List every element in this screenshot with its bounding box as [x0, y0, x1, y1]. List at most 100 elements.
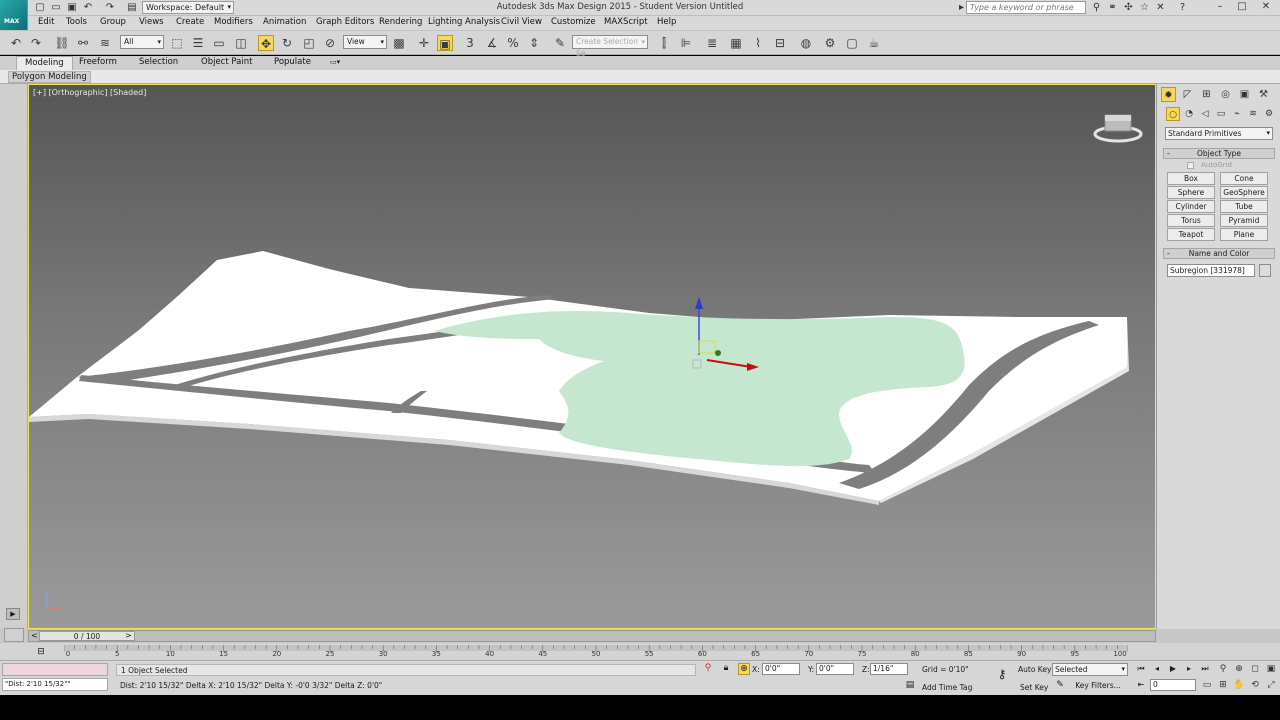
gizmo-z-arrow[interactable] [695, 297, 703, 309]
open-file-icon[interactable]: ▭ [50, 2, 62, 14]
menu-lighting-analysis[interactable]: Lighting Analysis [428, 17, 500, 27]
align-icon[interactable]: ⊫ [678, 35, 694, 51]
undo-icon[interactable]: ↶ [8, 35, 24, 51]
select-by-name-icon[interactable]: ☰ [190, 35, 206, 51]
time-slider-track[interactable]: < 0 / 100 > [28, 630, 1156, 642]
rendered-frame-window-icon[interactable]: ▢ [844, 35, 860, 51]
plane-button[interactable]: Plane [1220, 228, 1268, 241]
go-to-start-icon[interactable]: ⏮ [1134, 663, 1148, 675]
menu-animation[interactable]: Animation [263, 17, 306, 27]
play-icon[interactable]: ▶ [1166, 663, 1180, 675]
edit-named-selection-icon[interactable]: ✎ [552, 35, 568, 51]
minimize-button[interactable]: – [1210, 0, 1230, 14]
named-selection-sets-dropdown[interactable]: Create Selection Se ▾ [572, 35, 648, 58]
zoom-region-icon[interactable]: ⊞ [1216, 679, 1230, 692]
menu-edit[interactable]: Edit [38, 17, 54, 27]
close-x-icon[interactable]: ✕ [1154, 1, 1167, 14]
name-and-color-rollout[interactable]: - Name and Color [1163, 248, 1275, 259]
select-and-rotate-icon[interactable]: ↻ [279, 35, 295, 51]
set-key-filter-icon[interactable]: ✎ [1054, 680, 1066, 692]
shapes-icon[interactable]: ◔ [1182, 107, 1196, 121]
gizmo-y-handle[interactable] [715, 350, 721, 356]
current-frame-field[interactable]: 0 [1150, 679, 1196, 691]
pan-view-icon[interactable]: ✋ [1232, 679, 1246, 692]
material-editor-icon[interactable]: ◍ [798, 35, 814, 51]
open-mini-curve-icon[interactable]: ⊟ [34, 646, 48, 658]
select-and-place-icon[interactable]: ⊘ [322, 35, 338, 51]
undo-icon[interactable]: ↶ [82, 2, 94, 14]
auto-key-button[interactable]: Auto Key [1018, 665, 1051, 674]
menu-civil-view[interactable]: Civil View [501, 17, 542, 27]
cameras-icon[interactable]: ▭ [1214, 107, 1228, 121]
tab-freeform[interactable]: Freeform [71, 56, 125, 70]
menu-create[interactable]: Create [176, 17, 204, 27]
search-input[interactable]: Type a keyword or phrase [966, 1, 1086, 14]
redo-icon[interactable]: ↷ [104, 2, 116, 14]
maximize-viewport-icon[interactable]: ⤢ [1264, 679, 1278, 692]
snaps-toggle-icon[interactable]: 3 [462, 35, 478, 51]
pivot-center-icon[interactable]: ▩ [391, 35, 407, 51]
select-object-icon[interactable]: ⬚ [169, 35, 185, 51]
keyboard-shortcut-override-icon[interactable]: ▣ [437, 35, 453, 51]
viewport-label[interactable]: [+] [Orthographic] [Shaded] [33, 88, 146, 97]
toggle-ribbon-icon[interactable]: ▦ [728, 35, 744, 51]
modify-panel-icon[interactable]: ◸ [1180, 87, 1195, 102]
angle-snap-icon[interactable]: ∡ [484, 35, 500, 51]
tab-modeling[interactable]: Modeling [16, 56, 73, 70]
close-button[interactable]: ✕ [1256, 0, 1276, 14]
key-mode-dropdown[interactable]: Selected ▾ [1052, 663, 1128, 676]
systems-icon[interactable]: ⚙ [1262, 107, 1276, 121]
x-coordinate-field[interactable]: 0'0" [762, 663, 800, 675]
key-mode-toggle-icon[interactable]: ⇤ [1134, 679, 1148, 691]
geosphere-button[interactable]: GeoSphere [1220, 186, 1268, 199]
pyramid-button[interactable]: Pyramid [1220, 214, 1268, 227]
object-color-swatch[interactable] [1259, 264, 1271, 277]
zoom-all-icon[interactable]: ⊕ [1232, 663, 1246, 676]
isolate-selection-icon[interactable]: ⚲ [702, 663, 714, 675]
bind-to-space-warp-icon[interactable]: ≋ [97, 35, 113, 51]
absolute-mode-icon[interactable]: ⊕ [738, 663, 750, 675]
curve-editor-icon[interactable]: ⌇ [750, 35, 766, 51]
y-coordinate-field[interactable]: 0'0" [816, 663, 854, 675]
prev-frame-button[interactable]: < [31, 631, 38, 640]
ribbon-options-icon[interactable]: ▭▾ [322, 56, 348, 70]
selection-lock-icon[interactable]: 🔒︎ [720, 663, 732, 675]
display-panel-icon[interactable]: ▣ [1237, 87, 1252, 102]
workspace-dropdown[interactable]: Workspace: Default ▾ [142, 1, 234, 14]
menu-views[interactable]: Views [139, 17, 164, 27]
torus-button[interactable]: Torus [1167, 214, 1215, 227]
layer-manager-icon[interactable]: ≣ [704, 35, 720, 51]
orbit-icon[interactable]: ⟲ [1248, 679, 1262, 692]
play-arrow-icon[interactable]: ▶ [6, 608, 20, 620]
next-frame-button[interactable]: > [125, 631, 132, 640]
tube-button[interactable]: Tube [1220, 200, 1268, 213]
mirror-icon[interactable]: ⫿ [656, 35, 672, 51]
menu-tools[interactable]: Tools [66, 17, 87, 27]
mini-curve-editor-icon[interactable] [4, 628, 24, 642]
binoculars-icon[interactable]: ⚲ [1090, 1, 1103, 14]
field-of-view-icon[interactable]: ▭ [1200, 679, 1214, 692]
viewcube[interactable] [1093, 109, 1143, 145]
cylinder-button[interactable]: Cylinder [1167, 200, 1215, 213]
help-icon[interactable]: ? [1176, 1, 1189, 14]
perspective-viewport[interactable]: [+] [Orthographic] [Shaded] [28, 84, 1156, 629]
favorites-star-icon[interactable]: ☆ [1138, 1, 1151, 14]
percent-snap-icon[interactable]: % [505, 35, 521, 51]
key-filters-button[interactable]: Key Filters... [1068, 680, 1128, 693]
reference-coordinate-dropdown[interactable]: View ▾ [343, 35, 387, 49]
app-menu-button[interactable]: MAX [0, 0, 28, 30]
lights-icon[interactable]: ◁ [1198, 107, 1212, 121]
window-crossing-icon[interactable]: ◫ [233, 35, 249, 51]
menu-help[interactable]: Help [657, 17, 676, 27]
object-category-dropdown[interactable]: Standard Primitives ▾ [1165, 127, 1273, 140]
selection-filter-dropdown[interactable]: All ▾ [120, 35, 164, 49]
save-icon[interactable]: ▣ [66, 2, 78, 14]
key-icon[interactable]: ⚷ [992, 667, 1012, 681]
schematic-view-icon[interactable]: ⊟ [772, 35, 788, 51]
unlink-selection-icon[interactable]: ⚯ [75, 35, 91, 51]
motion-panel-icon[interactable]: ◎ [1218, 87, 1233, 102]
render-production-icon[interactable]: ☕ [866, 35, 882, 51]
create-panel-icon[interactable]: ✹ [1161, 87, 1176, 102]
time-slider-thumb[interactable]: 0 / 100 [39, 631, 135, 641]
next-frame-icon[interactable]: ▸ [1182, 663, 1196, 675]
